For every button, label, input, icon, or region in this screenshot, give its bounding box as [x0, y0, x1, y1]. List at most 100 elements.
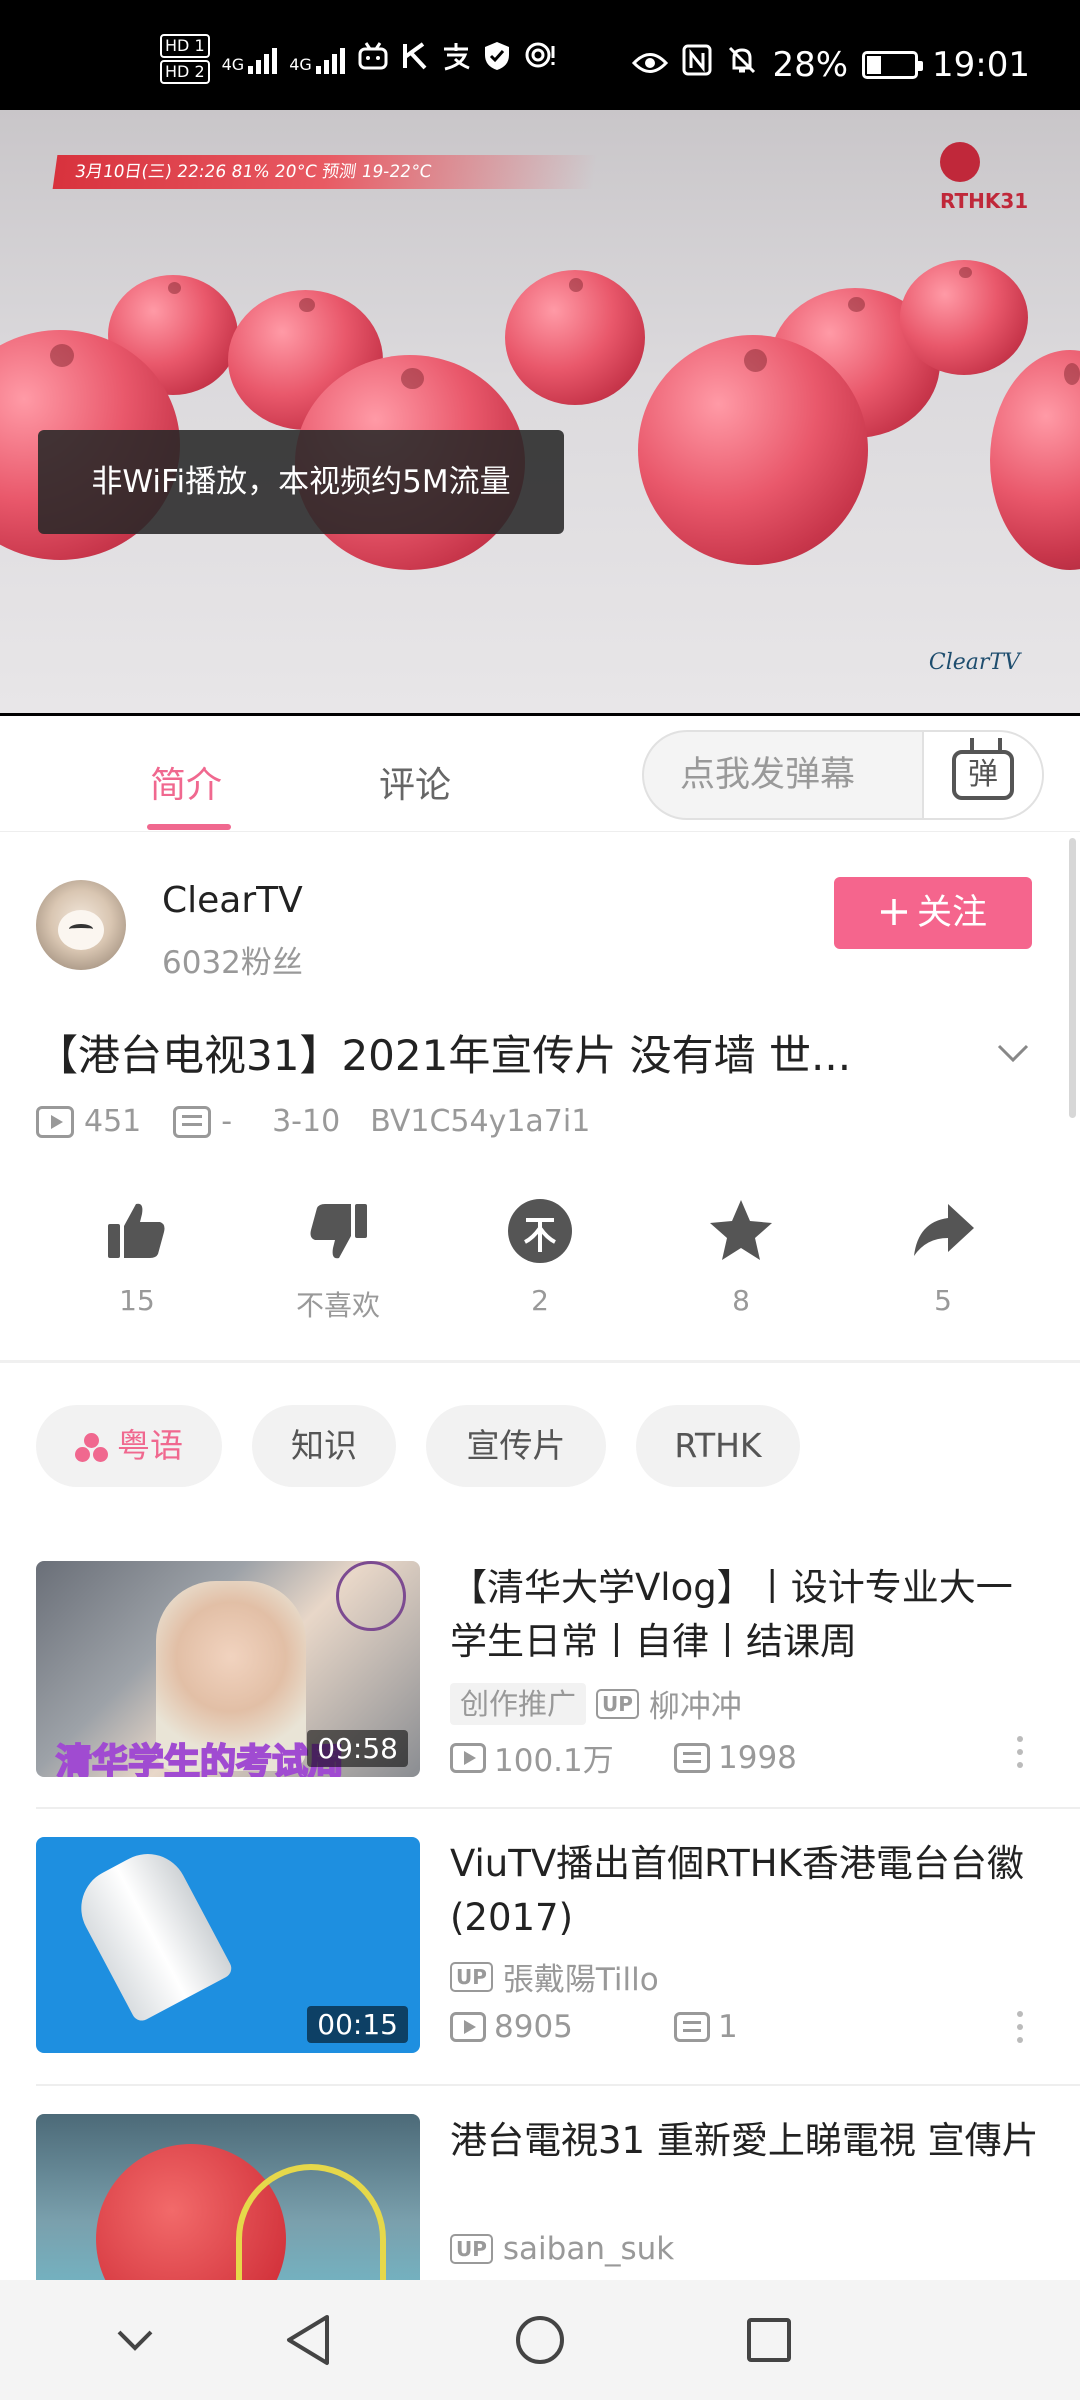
alipay-icon	[441, 41, 471, 78]
more-options-icon[interactable]	[1016, 1736, 1024, 1772]
share-button[interactable]: 5	[873, 1196, 1013, 1317]
up-icon: UP	[450, 1961, 493, 1992]
channel-icon	[75, 1432, 109, 1463]
action-bar: 15 不喜欢 2 8 5	[0, 1196, 1080, 1322]
video-frame-apple	[505, 270, 645, 405]
tag-promo[interactable]: 宣传片	[426, 1405, 606, 1487]
thumb-seal	[336, 1561, 406, 1631]
play-count-icon	[450, 1742, 486, 1773]
up-icon: UP	[596, 1688, 639, 1719]
eye-icon	[632, 45, 669, 85]
danmaku-settings-button[interactable]: 弹	[922, 732, 1042, 818]
k-app-icon	[401, 41, 429, 78]
tab-comments[interactable]: 评论	[379, 756, 451, 808]
dislike-button[interactable]: 不喜欢	[268, 1196, 408, 1324]
back-icon[interactable]	[283, 2313, 333, 2367]
video-frame-apple	[638, 335, 868, 565]
related-uploader: saiban_suk	[502, 2231, 675, 2267]
nfc-icon	[682, 44, 712, 85]
related-title: ViuTV播出首個RTHK香港電台台徽 (2017)	[450, 1842, 1024, 1939]
related-title: 港台電視31 重新愛上睇電視 宣傳片	[450, 2119, 1039, 2162]
network-type-1: 4G	[221, 55, 245, 74]
share-count: 5	[934, 1284, 952, 1317]
video-player[interactable]: 3月10日(三) 22:26 81% 20°C 预测 19-22°C RTHK3…	[0, 110, 1080, 716]
publish-date: 3-10	[272, 1104, 341, 1139]
follow-button[interactable]: 关注	[834, 877, 1032, 949]
danmaku-tv-icon: 弹	[952, 750, 1014, 800]
danmaku-glyph: 弹	[968, 757, 998, 792]
network-type-2: 4G	[289, 55, 312, 74]
related-stats: 8905 1	[450, 2009, 738, 2045]
like-button[interactable]: 15	[67, 1196, 207, 1317]
status-right-icons: 28% 19:01	[632, 44, 1030, 85]
tab-active-indicator	[147, 824, 231, 830]
scrollbar[interactable]	[1069, 838, 1076, 1118]
related-uploader: 張戴陽Tillo	[502, 1962, 659, 1998]
tag-knowledge[interactable]: 知识	[252, 1405, 396, 1487]
coin-count: 2	[531, 1284, 549, 1317]
up-icon: UP	[450, 2234, 493, 2264]
video-watermark: ClearTV	[928, 650, 1020, 675]
tag-rthk[interactable]: RTHK	[636, 1405, 800, 1487]
related-views: 100.1万	[494, 1743, 614, 1779]
more-options-icon[interactable]	[1016, 2011, 1024, 2047]
video-ticker: 3月10日(三) 22:26 81% 20°C 预测 19-22°C	[52, 155, 598, 189]
star-icon	[710, 1200, 772, 1260]
play-count-icon	[450, 2012, 486, 2042]
danmaku-bar[interactable]: 点我发弹幕 弹	[642, 730, 1044, 820]
list-divider	[36, 1807, 1080, 1809]
status-left-icons: HD 1 HD 2 4G 4G	[160, 34, 557, 84]
uploader-name[interactable]: ClearTV	[162, 880, 303, 921]
clock: 19:01	[932, 44, 1030, 85]
home-icon[interactable]	[514, 2314, 566, 2366]
bvid: BV1C54y1a7i1	[370, 1104, 591, 1139]
video-thumbnail[interactable]: 清华学生的考试周 09:58	[36, 1561, 420, 1777]
thumb-caption: 清华学生的考试周	[55, 1741, 345, 1777]
related-title: 【清华大学Vlog】丨设计专业大一学生日常丨自律丨结课周	[450, 1566, 1013, 1663]
video-title: 【港台电视31】2021年宣传片 没有墙 世...	[36, 1031, 852, 1080]
share-icon	[914, 1204, 974, 1256]
follow-label: 关注	[916, 893, 987, 933]
chevron-down-icon[interactable]	[996, 1036, 1030, 1070]
hotspot-icon	[523, 40, 557, 79]
danmaku-count-icon	[674, 1742, 710, 1773]
like-count: 15	[119, 1284, 155, 1317]
related-uploader: 柳冲冲	[648, 1689, 742, 1725]
tag-cantonese[interactable]: 粤语	[36, 1405, 222, 1487]
mute-bell-icon	[726, 44, 758, 85]
shield-icon	[483, 40, 511, 79]
tag-label: 粤语	[117, 1426, 183, 1465]
related-video-item[interactable]: 00:15 ViuTV播出首個RTHK香港電台台徽 (2017) UP 張戴陽T…	[0, 1837, 1080, 2113]
plus-icon	[880, 899, 907, 925]
hd1-label: HD 1	[160, 34, 210, 58]
danmaku-input[interactable]: 点我发弹幕	[680, 732, 855, 818]
video-frame-apple	[990, 350, 1080, 570]
related-stats: 100.1万 1998	[450, 1735, 797, 1780]
thumbs-down-icon	[310, 1204, 367, 1259]
coin-icon	[508, 1199, 572, 1263]
favorite-count: 8	[732, 1284, 750, 1317]
related-views: 8905	[494, 2009, 573, 2045]
video-thumbnail[interactable]: 00:15	[36, 1837, 420, 2053]
thumbs-up-icon	[108, 1203, 165, 1258]
recents-icon[interactable]	[745, 2316, 793, 2364]
tab-intro[interactable]: 简介	[150, 756, 222, 808]
play-count-icon	[36, 1105, 74, 1138]
video-duration: 00:15	[307, 2006, 408, 2043]
video-thumbnail[interactable]	[36, 2114, 420, 2280]
related-video-item[interactable]: 港台電視31 重新愛上睇電視 宣傳片 UP saiban_suk	[0, 2114, 1080, 2280]
coin-button[interactable]: 2	[470, 1196, 610, 1317]
favorite-button[interactable]: 8	[671, 1196, 811, 1317]
related-video-item[interactable]: 清华学生的考试周 09:58 【清华大学Vlog】丨设计专业大一学生日常丨自律丨…	[0, 1561, 1080, 1837]
related-sub: 创作推广 UP 柳冲冲	[450, 1681, 742, 1726]
sim-indicators: HD 1 HD 2	[160, 34, 210, 84]
section-divider	[0, 1360, 1080, 1363]
system-nav-bar	[0, 2280, 1080, 2400]
hd2-label: HD 2	[160, 60, 210, 84]
related-sub: UP 張戴陽Tillo	[450, 1954, 659, 1999]
status-bar: HD 1 HD 2 4G 4G 28% 19:01	[0, 0, 1080, 110]
uploader-avatar[interactable]	[36, 880, 126, 970]
hide-nav-chevron-icon[interactable]	[115, 2328, 155, 2352]
view-count: 451	[84, 1104, 142, 1139]
battery-percent: 28%	[772, 44, 849, 85]
